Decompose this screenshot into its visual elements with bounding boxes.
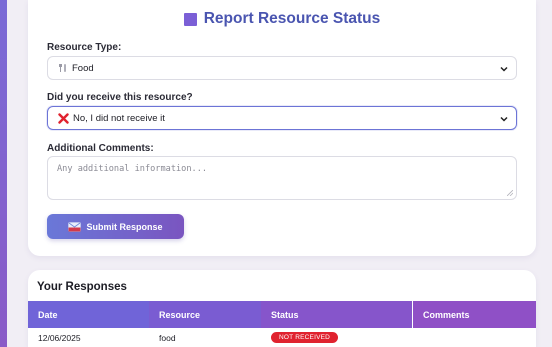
received-select[interactable]: No, I did not receive it — [47, 106, 517, 130]
status-badge: NOT RECEIVED — [271, 332, 339, 343]
submit-response-button[interactable]: Submit Response — [47, 214, 184, 239]
resize-grip-icon[interactable] — [507, 190, 513, 196]
comments-placeholder: Any additional information... — [57, 164, 208, 174]
form-title-text: Report Resource Status — [203, 10, 381, 27]
column-header-resource: Resource — [149, 301, 261, 328]
report-icon — [183, 12, 197, 26]
responses-card: Your Responses Date Resource Status Comm… — [28, 270, 536, 347]
row-date: 12/06/2025 — [38, 332, 81, 343]
table-row: 12/06/2025 food NOT RECEIVED — [28, 328, 536, 347]
resource-type-select[interactable]: Food — [47, 56, 517, 80]
comments-textarea[interactable]: Any additional information... — [47, 156, 517, 200]
column-header-status: Status — [261, 301, 412, 328]
report-form-card: Report Resource Status Resource Type: Fo… — [28, 0, 536, 256]
form-title: Report Resource Status — [28, 10, 536, 28]
received-label: Did you receive this resource? — [47, 92, 193, 103]
left-accent-bar — [0, 0, 7, 347]
envelope-icon — [68, 221, 82, 232]
comments-label: Additional Comments: — [47, 143, 154, 154]
row-resource: food — [159, 332, 176, 343]
row-status: NOT RECEIVED — [261, 328, 412, 347]
responses-table-header: Date Resource Status Comments — [28, 301, 536, 328]
resource-type-value: Food — [72, 62, 94, 74]
submit-label: Submit Response — [86, 221, 163, 232]
column-header-comments: Comments — [412, 301, 536, 328]
received-value: No, I did not receive it — [73, 112, 165, 124]
column-header-date: Date — [28, 301, 149, 328]
responses-title: Your Responses — [37, 281, 127, 293]
food-icon — [58, 63, 68, 73]
red-x-icon — [58, 112, 69, 124]
resource-type-label: Resource Type: — [47, 42, 122, 53]
chevron-down-icon — [500, 116, 508, 122]
chevron-down-icon — [500, 66, 508, 72]
row-comments — [412, 328, 536, 347]
